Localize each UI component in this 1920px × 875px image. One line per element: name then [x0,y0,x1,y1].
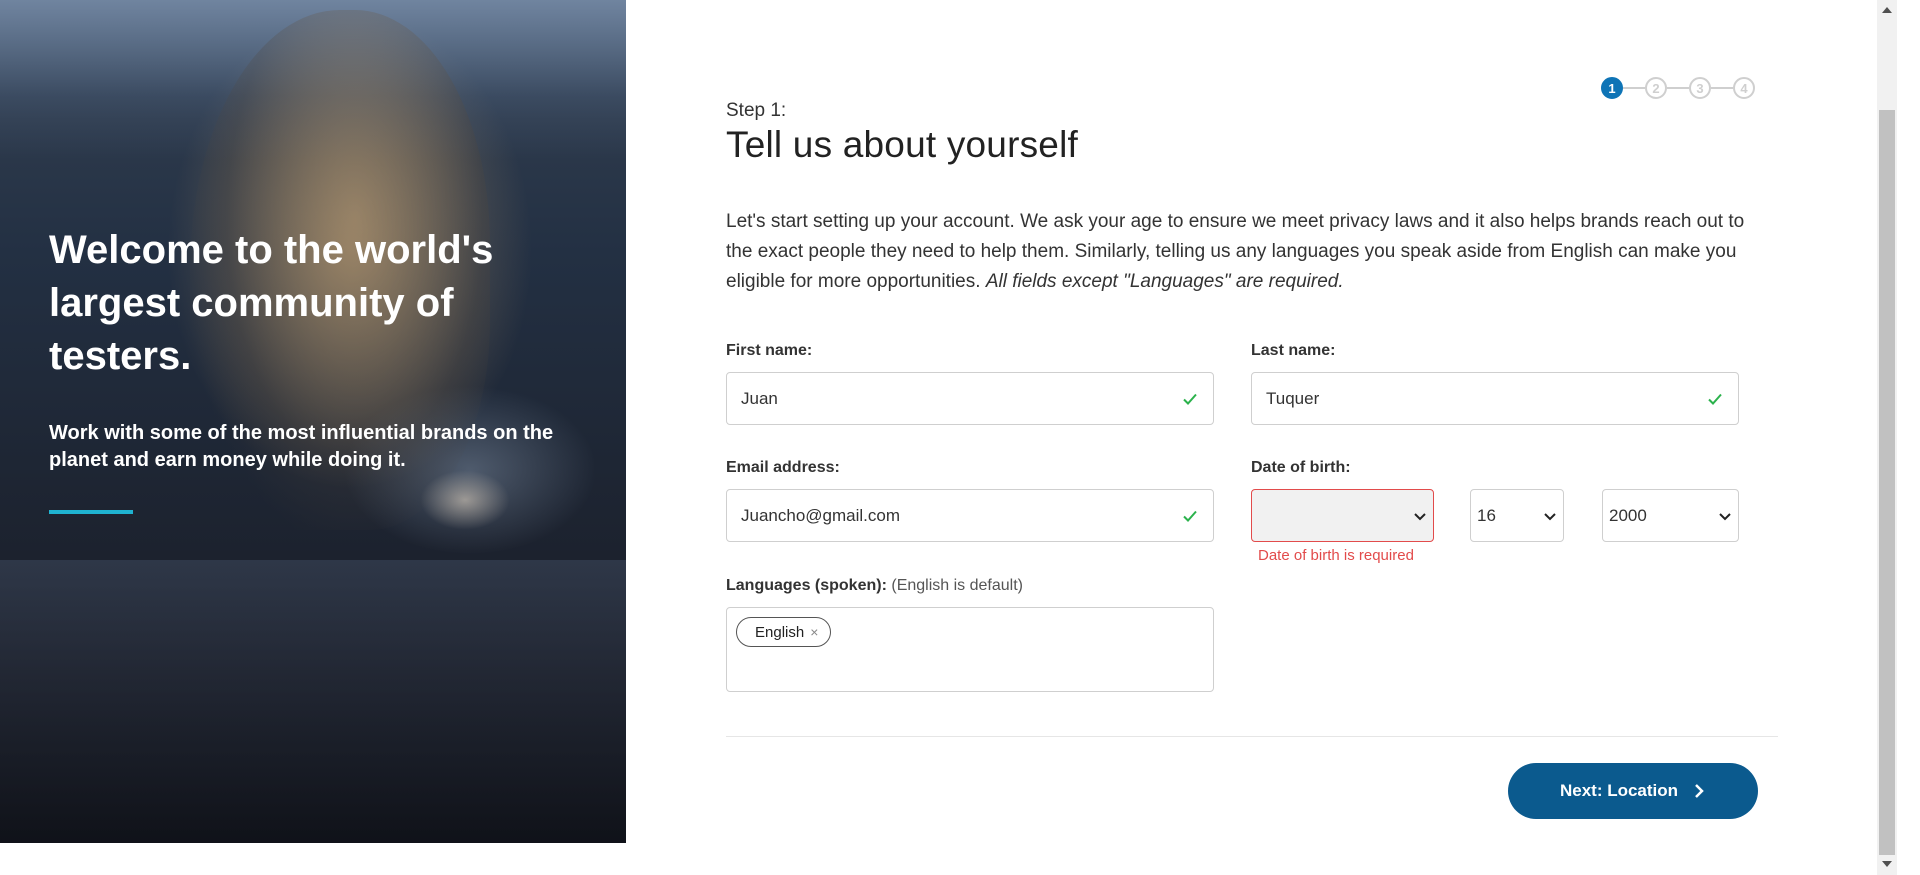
first-name-label: First name: [726,342,813,359]
email-value: Juancho@gmail.com [741,505,900,525]
progress-stepper: 1 2 3 4 [1601,75,1755,101]
chevron-down-icon [1414,512,1426,520]
chevron-down-icon [1544,512,1556,520]
dob-day-value: 16 [1477,505,1496,525]
chevron-down-icon [1719,512,1731,520]
intro-text: Let's start setting up your account. We … [726,207,1761,297]
hero-image-phone-glow [420,470,510,530]
check-icon [1183,393,1197,405]
page-title: Tell us about yourself [726,124,1078,165]
required-note: All fields except "Languages" are requir… [985,271,1344,292]
language-chip-english[interactable]: English × [736,617,832,647]
check-icon [1708,393,1722,405]
languages-label-text: Languages (spoken): [726,577,887,594]
next-button-label: Next: Location [1559,781,1679,800]
dob-month-select[interactable] [1251,489,1434,542]
step-label: Step 1: [726,100,787,121]
last-name-value: Tuquer [1266,388,1320,408]
form-divider [726,736,1778,737]
dob-year-select[interactable]: 2000 [1602,489,1739,542]
hero-title: Welcome to the world's largest community… [49,228,494,378]
last-name-label: Last name: [1251,342,1336,359]
first-name-input[interactable]: Juan [726,372,1214,425]
chevron-right-icon [1695,784,1704,798]
step-3-indicator: 3 [1689,77,1711,99]
hero-subtitle: Work with some of the most influential b… [49,422,554,471]
step-4-indicator: 4 [1733,77,1755,99]
page-scrollbar[interactable] [1877,0,1897,875]
dob-year-value: 2000 [1609,505,1647,525]
dob-day-select[interactable]: 16 [1470,489,1564,542]
last-name-input[interactable]: Tuquer [1251,372,1739,425]
scroll-up-arrow-icon[interactable] [1882,6,1892,14]
next-location-button[interactable]: Next: Location [1508,763,1758,819]
step-connector [1623,87,1645,89]
languages-multiselect[interactable]: English × [726,607,1214,692]
email-input[interactable]: Juancho@gmail.com [726,489,1214,542]
scroll-down-arrow-icon[interactable] [1882,860,1892,868]
remove-icon[interactable]: × [810,624,818,640]
email-label: Email address: [726,459,840,476]
check-icon [1183,510,1197,522]
hero-image-background [0,560,626,843]
scrollbar-thumb[interactable] [1879,110,1895,855]
hero-accent-bar [49,510,133,514]
dob-label: Date of birth: [1251,459,1351,476]
step-connector [1711,87,1733,89]
languages-label: Languages (spoken): (English is default) [726,577,1023,595]
dob-error-message: Date of birth is required [1258,547,1414,564]
hero-panel: Welcome to the world's largest community… [0,0,626,843]
first-name-value: Juan [741,388,778,408]
languages-hint: (English is default) [891,577,1023,594]
language-chip-label: English [755,623,805,641]
step-1-indicator: 1 [1601,77,1623,99]
step-2-indicator: 2 [1645,77,1667,99]
step-connector [1667,87,1689,89]
